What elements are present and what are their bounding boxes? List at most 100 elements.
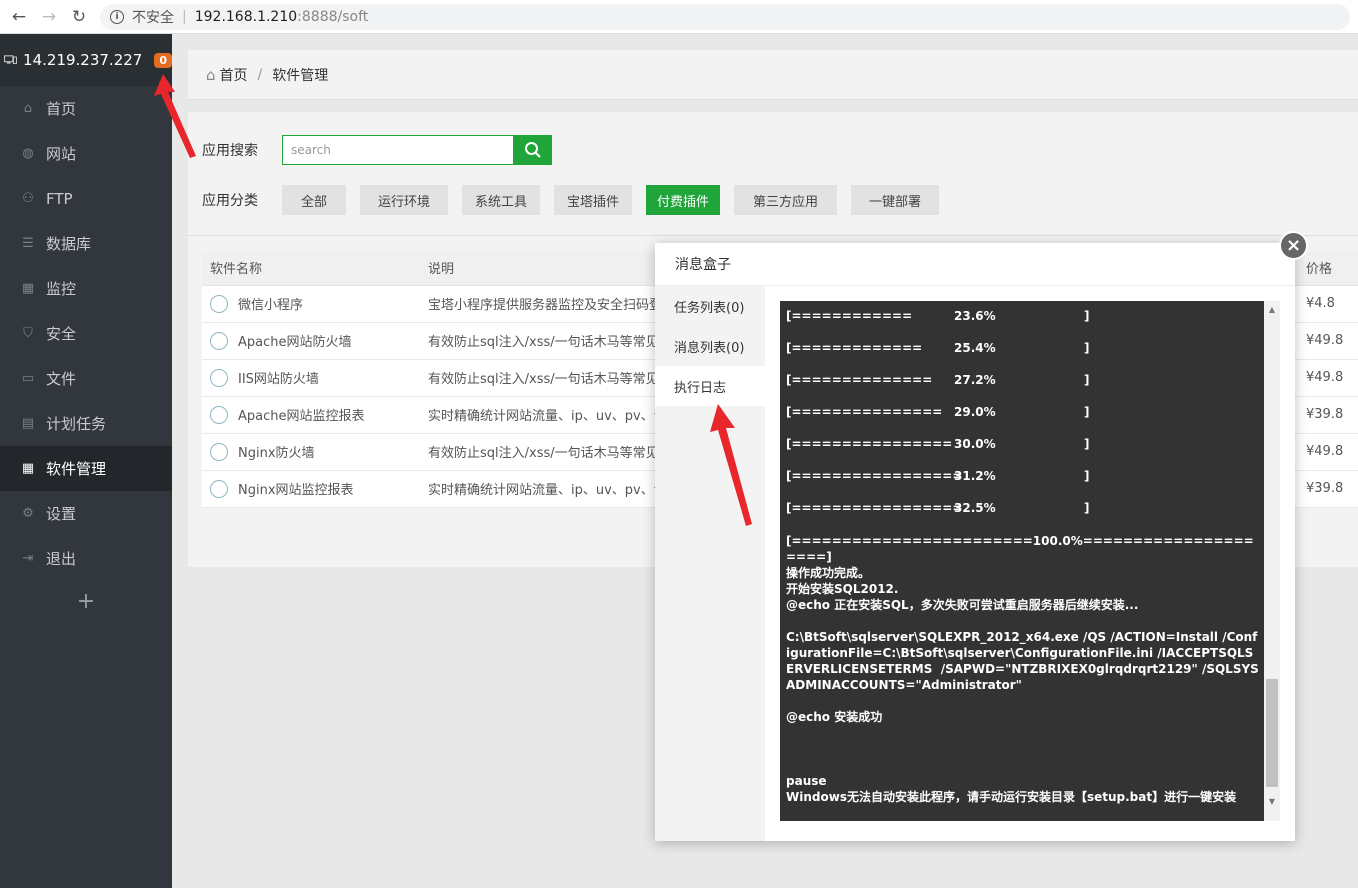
- close-icon[interactable]: ×: [1279, 231, 1308, 260]
- sidebar-item[interactable]: ⚇ FTP: [0, 176, 172, 221]
- dialog-title: 消息盒子: [655, 243, 1295, 286]
- sidebar-item[interactable]: ⇥ 退出: [0, 536, 172, 581]
- dialog-tabs: 任务列表(0) 消息列表(0) 执行日志: [655, 286, 765, 841]
- progress-bar-end: ]: [1084, 437, 1090, 451]
- home-icon: ⌂: [23, 101, 33, 116]
- software-name: Apache网站监控报表: [238, 409, 365, 424]
- scroll-up-icon[interactable]: ▲: [1264, 301, 1280, 317]
- dialog-tab[interactable]: 任务列表(0): [655, 286, 765, 326]
- software-name-cell: 微信小程序: [202, 285, 420, 323]
- ftp-icon: ⚇: [22, 191, 34, 206]
- browser-toolbar: ← → ↻ i 不安全 | 192.168.1.210:8888/soft: [0, 0, 1358, 34]
- sidebar-item-label: 文件: [46, 370, 77, 388]
- sidebar-item-label: 首页: [46, 100, 77, 118]
- software-name-cell: Apache网站监控报表: [202, 396, 420, 434]
- software-price: ¥4.8: [1298, 285, 1358, 323]
- log-scrollbar[interactable]: ▲ ▼: [1264, 301, 1280, 821]
- sidebar-item[interactable]: ⛉ 安全: [0, 311, 172, 356]
- sidebar-menu: ⌂ 首页 ◍ 网站 ⚇ FTP ☰ 数据库 ▦ 监控 ⛉ 安全 ▭ 文件 ▤ 计划任务 ▦ 软件管理 ⚙ 设置 ⇥ 退出: [0, 86, 172, 581]
- progress-bar-text: [=================: [786, 501, 963, 515]
- progress-bar-text: [==============: [786, 373, 933, 387]
- progress-line: [============ 23.6%]: [786, 309, 1260, 341]
- sidebar-item-label: 网站: [46, 145, 77, 163]
- url-path: :8888/soft: [297, 9, 369, 25]
- software-price: ¥39.8: [1298, 470, 1358, 508]
- breadcrumb-current: 软件管理: [272, 67, 329, 84]
- address-divider: |: [182, 9, 187, 25]
- app-logo-icon: [210, 442, 228, 461]
- forward-arrow-icon[interactable]: →: [38, 6, 60, 28]
- progress-bar-end: ]: [1084, 341, 1090, 355]
- category-button[interactable]: 系统工具: [462, 185, 540, 215]
- software-name: Apache网站防火墙: [238, 335, 352, 350]
- breadcrumb-separator: /: [257, 66, 263, 83]
- software-name: Nginx网站监控报表: [238, 483, 354, 498]
- back-arrow-icon[interactable]: ←: [8, 6, 30, 28]
- home-icon: ⌂: [206, 65, 216, 84]
- logout-icon: ⇥: [22, 551, 34, 566]
- reload-icon[interactable]: ↻: [68, 6, 90, 28]
- url-host: 192.168.1.210: [194, 9, 298, 25]
- software-name-cell: Apache网站防火墙: [202, 322, 420, 360]
- log-output: [========================100.0%=========…: [786, 534, 1259, 804]
- category-buttons: 全部 运行环境 系统工具 宝塔插件 付费插件 第三方应用 一键部署: [282, 185, 953, 215]
- category-button[interactable]: 宝塔插件: [554, 185, 632, 215]
- software-name-cell: Nginx防火墙: [202, 433, 420, 471]
- sidebar-item[interactable]: ▤ 计划任务: [0, 401, 172, 446]
- app-logo-icon: [210, 479, 228, 498]
- sidebar-item[interactable]: ☰ 数据库: [0, 221, 172, 266]
- add-shortcut-button[interactable]: +: [0, 589, 172, 614]
- progress-percent: 25.4%: [954, 341, 996, 355]
- category-label: 应用分类: [202, 193, 258, 209]
- progress-percent: 32.5%: [954, 501, 996, 515]
- search-icon: [525, 142, 541, 158]
- annotation-arrow-badge: [154, 74, 196, 158]
- category-button[interactable]: 一键部署: [851, 185, 939, 215]
- progress-line: [============== 27.2%]: [786, 373, 1260, 405]
- software-name: Nginx防火墙: [238, 446, 315, 461]
- address-bar[interactable]: i 不安全 | 192.168.1.210:8888/soft: [100, 4, 1350, 30]
- sidebar-item[interactable]: ⚙ 设置: [0, 491, 172, 536]
- software-price: ¥39.8: [1298, 396, 1358, 434]
- header-price: 价格: [1298, 251, 1358, 286]
- info-icon[interactable]: i: [110, 10, 124, 24]
- breadcrumb-home[interactable]: 首页: [220, 65, 248, 85]
- sidebar-item[interactable]: ▦ 监控: [0, 266, 172, 311]
- search-button[interactable]: [514, 135, 552, 165]
- progress-line: [=============== 29.0%]: [786, 405, 1260, 437]
- monitor-icon: [4, 55, 17, 64]
- sidebar-item-label: 退出: [46, 550, 77, 568]
- divider: [188, 235, 1358, 236]
- message-count-badge[interactable]: 0: [154, 52, 172, 68]
- sidebar: 14.219.237.227 0 ⌂ 首页 ◍ 网站 ⚇ FTP ☰ 数据库 ▦ 监控 ⛉ 安全 ▭ 文件…: [0, 34, 172, 888]
- progress-bar-text: [=============: [786, 341, 923, 355]
- sidebar-item[interactable]: ⌂ 首页: [0, 86, 172, 131]
- progress-line: [================= 31.2%]: [786, 469, 1260, 501]
- dialog-tab[interactable]: 消息列表(0): [655, 326, 765, 366]
- header-name: 软件名称: [202, 251, 420, 286]
- annotation-arrow-log-tab: [710, 404, 752, 526]
- breadcrumb: ⌂ 首页 / 软件管理: [188, 50, 1358, 100]
- category-button[interactable]: 第三方应用: [734, 185, 837, 215]
- sidebar-item[interactable]: ◍ 网站: [0, 131, 172, 176]
- category-button[interactable]: 付费插件: [646, 185, 720, 215]
- software-name: 微信小程序: [238, 298, 304, 313]
- execution-log[interactable]: [============ 23.6%] [============= 25.4%][…: [780, 301, 1280, 821]
- dialog-tab[interactable]: 执行日志: [655, 366, 765, 406]
- progress-bar-end: ]: [1084, 501, 1090, 515]
- category-button[interactable]: 运行环境: [360, 185, 448, 215]
- progress-bar-text: [=================: [786, 469, 963, 483]
- sidebar-item[interactable]: ▦ 软件管理: [0, 446, 172, 491]
- category-button[interactable]: 全部: [282, 185, 346, 215]
- scroll-thumb[interactable]: [1266, 679, 1278, 787]
- sidebar-item-label: 监控: [46, 280, 77, 298]
- search-input[interactable]: search: [282, 135, 514, 165]
- sidebar-item[interactable]: ▭ 文件: [0, 356, 172, 401]
- sidebar-item-label: FTP: [46, 189, 73, 208]
- scroll-down-icon[interactable]: ▼: [1264, 793, 1280, 809]
- software-price: ¥49.8: [1298, 359, 1358, 397]
- software-price: ¥49.8: [1298, 322, 1358, 360]
- progress-bar-text: [================: [786, 437, 953, 451]
- gear-icon: ⚙: [22, 506, 34, 521]
- app-logo-icon: [210, 368, 228, 387]
